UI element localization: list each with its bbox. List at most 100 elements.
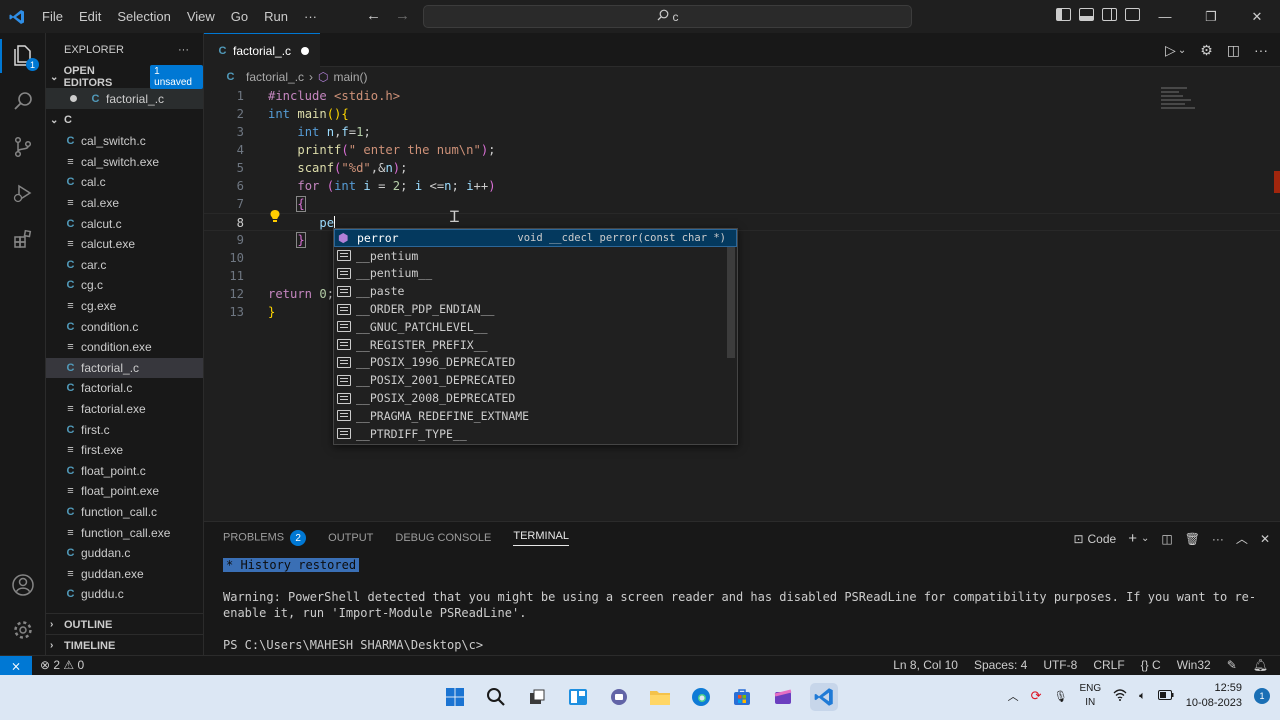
more-actions-icon[interactable]: ··· [178, 44, 189, 56]
chevron-down-icon[interactable]: ⌄ [1178, 45, 1186, 59]
split-editor-icon[interactable]: ◫ [1227, 42, 1240, 59]
battery-icon[interactable] [1157, 689, 1174, 703]
tab-terminal[interactable]: TERMINAL [513, 530, 569, 546]
folder-section[interactable]: ⌄ C [46, 109, 203, 131]
file-tree-item[interactable]: ≡ calcut.exe [46, 234, 203, 255]
toggle-panel-icon[interactable] [1079, 8, 1094, 21]
close-panel-icon[interactable]: ✕ [1260, 532, 1270, 546]
suggest-item[interactable]: ⬢ perror void __cdecl perror(const char … [334, 229, 737, 247]
file-tree-item[interactable]: ≡ cg.exe [46, 296, 203, 317]
minimize-icon[interactable]: — [1142, 0, 1188, 33]
close-icon[interactable]: ✕ [1234, 0, 1280, 33]
remote-icon[interactable]: ⨯ [0, 656, 32, 675]
lightbulb-icon[interactable] [268, 209, 282, 223]
menu-go[interactable]: Go [223, 9, 256, 24]
indentation[interactable]: Spaces: 4 [974, 658, 1027, 672]
suggest-item[interactable]: __REGISTER_PREFIX__ [334, 336, 737, 354]
file-tree-item[interactable]: Ccalcut.c [46, 213, 203, 234]
suggest-item[interactable]: __ORDER_PDP_ENDIAN__ [334, 300, 737, 318]
file-tree-item[interactable]: Ccg.c [46, 275, 203, 296]
file-tree-item[interactable]: Cguddan.c [46, 543, 203, 564]
run-debug-activity[interactable] [0, 171, 46, 217]
open-editors-section[interactable]: ⌄ OPEN EDITORS 1 unsaved [46, 65, 203, 89]
forward-arrow-icon[interactable]: → [395, 7, 410, 24]
run-file-icon[interactable]: ▷ [1165, 42, 1176, 59]
file-tree-item[interactable]: ≡ cal.exe [46, 193, 203, 214]
file-tree-item[interactable]: Ccal.c [46, 172, 203, 193]
chevron-up-icon[interactable]: ︿ [1008, 688, 1019, 704]
open-editor-item[interactable]: C factorial_.c [46, 88, 203, 109]
chevron-up-icon[interactable]: ︿ [1236, 530, 1248, 547]
restore-icon[interactable]: ❐ [1188, 0, 1234, 33]
file-tree-item[interactable]: Cfirst.c [46, 419, 203, 440]
tab-output[interactable]: OUTPUT [328, 532, 373, 544]
back-arrow-icon[interactable]: ← [366, 7, 381, 24]
language-indicator[interactable]: ENG IN [1079, 682, 1101, 710]
unsaved-dot-icon[interactable] [301, 46, 310, 55]
unsaved-dot-icon[interactable] [70, 95, 77, 102]
platform[interactable]: Win32 [1177, 658, 1211, 672]
source-control-activity[interactable] [0, 125, 46, 171]
breadcrumb-file[interactable]: factorial_.c [246, 70, 304, 84]
menu-selection[interactable]: Selection [109, 9, 178, 24]
suggest-item[interactable]: __GNUC_PATCHLEVEL__ [334, 318, 737, 336]
extensions-activity[interactable] [0, 217, 46, 263]
cursor-position[interactable]: Ln 8, Col 10 [893, 658, 958, 672]
file-tree-item[interactable]: Cfunction_call.c [46, 502, 203, 523]
file-tree-item[interactable]: Cfactorial_.c [46, 357, 203, 379]
windows-start-icon[interactable] [441, 683, 469, 711]
clock[interactable]: 12:59 10-08-2023 [1186, 681, 1242, 711]
menu-run[interactable]: Run [256, 9, 296, 24]
volume-icon[interactable]: 🔈︎ [1139, 690, 1146, 703]
suggest-item[interactable]: __POSIX_2001_DEPRECATED [334, 371, 737, 389]
more-actions-icon[interactable]: ··· [1212, 532, 1224, 546]
suggest-item[interactable]: __POSIX_1996_DEPRECATED [334, 354, 737, 372]
file-tree-item[interactable]: ≡ guddan.exe [46, 563, 203, 584]
tab-factorial[interactable]: C factorial_.c [204, 33, 320, 67]
file-tree-item[interactable]: ≡ float_point.exe [46, 481, 203, 502]
chevron-down-icon[interactable]: ⌄ [1141, 533, 1149, 544]
menu-edit[interactable]: Edit [71, 9, 109, 24]
file-tree-item[interactable]: ≡ factorial.exe [46, 399, 203, 420]
task-view-icon[interactable] [523, 683, 551, 711]
file-tree-item[interactable]: Cguddu.c [46, 584, 203, 605]
suggest-item[interactable]: __pentium__ [334, 265, 737, 283]
microphone-icon[interactable]: 🎙︎ [1053, 690, 1067, 703]
customize-layout-icon[interactable] [1125, 8, 1140, 21]
command-center-search[interactable]: c [423, 5, 912, 28]
suggest-item[interactable]: __POSIX_2008_DEPRECATED [334, 389, 737, 407]
wifi-icon[interactable] [1113, 688, 1127, 704]
more-actions-icon[interactable]: ··· [1254, 42, 1268, 59]
edge-browser-icon[interactable] [687, 683, 715, 711]
feedback-icon[interactable]: ✎ [1227, 658, 1237, 672]
vscode-taskbar-icon[interactable] [810, 683, 838, 711]
widgets-icon[interactable] [564, 683, 592, 711]
minimap[interactable] [1161, 87, 1221, 117]
toggle-secondary-sidebar-icon[interactable] [1102, 8, 1117, 21]
language-mode[interactable]: {} C [1141, 658, 1161, 672]
file-explorer-icon[interactable] [646, 683, 674, 711]
sync-icon[interactable]: ⟳ [1031, 688, 1042, 704]
file-tree-item[interactable]: ≡ cal_switch.exe [46, 152, 203, 173]
file-tree-item[interactable]: Cfactorial.c [46, 378, 203, 399]
file-tree-item[interactable]: ≡ condition.exe [46, 337, 203, 358]
toggle-primary-sidebar-icon[interactable] [1056, 8, 1071, 21]
explorer-activity[interactable]: 1 [0, 33, 46, 79]
menu-more[interactable]: ··· [296, 9, 325, 24]
outline-section[interactable]: › OUTLINE [46, 613, 203, 635]
terminal-prompt[interactable]: PS C:\Users\MAHESH SHARMA\Desktop\c> [223, 638, 483, 652]
manage-activity[interactable] [0, 608, 46, 654]
notification-badge[interactable]: 1 [1254, 688, 1270, 704]
tab-debug-console[interactable]: DEBUG CONSOLE [395, 532, 491, 544]
encoding[interactable]: UTF-8 [1043, 658, 1077, 672]
file-tree-item[interactable]: ≡ function_call.exe [46, 522, 203, 543]
suggest-item[interactable]: __paste [334, 282, 737, 300]
suggest-item[interactable]: __PRAGMA_REDEFINE_EXTNAME [334, 407, 737, 425]
menu-file[interactable]: File [34, 9, 71, 24]
suggest-item[interactable]: __PTRDIFF_TYPE__ [334, 425, 737, 443]
teams-chat-icon[interactable] [605, 683, 633, 711]
file-tree-item[interactable]: Ccondition.c [46, 316, 203, 337]
breadcrumb-symbol[interactable]: main() [334, 70, 368, 84]
video-editor-icon[interactable] [769, 683, 797, 711]
accounts-activity[interactable] [0, 563, 46, 609]
